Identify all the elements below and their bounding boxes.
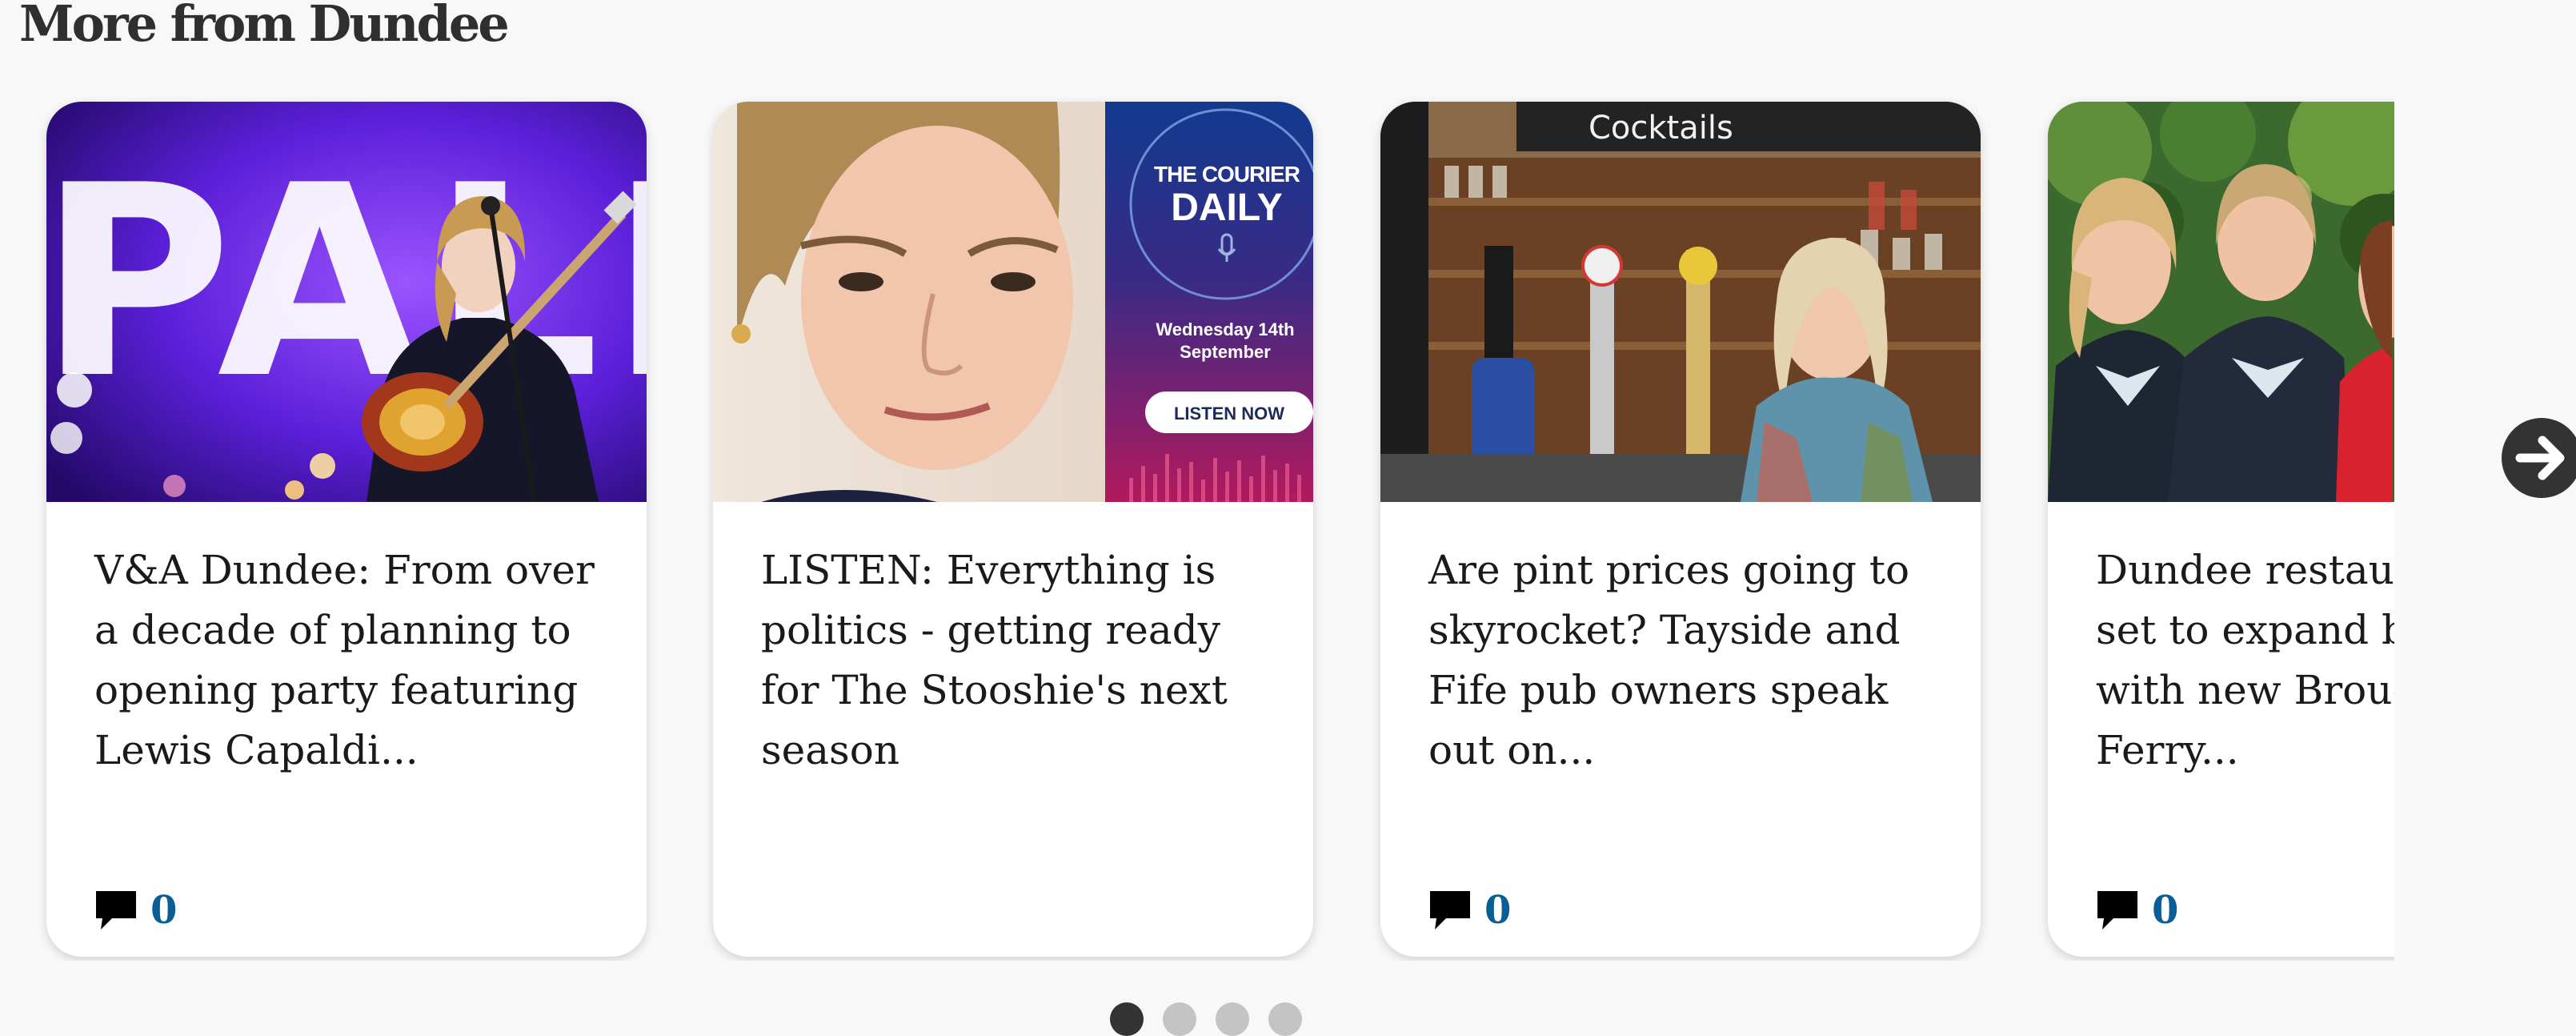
speech-bubble-icon [1430, 891, 1470, 930]
card-headline[interactable]: LISTEN: Everything is politics - getting… [761, 540, 1289, 781]
promo-cta: LISTEN NOW [1174, 404, 1284, 424]
bar-sign: Cocktails [1588, 110, 1733, 147]
carousel-dot-4[interactable] [1268, 1002, 1302, 1036]
promo-brand: THE COURIER [1154, 162, 1300, 187]
article-card-stooshie[interactable]: THE COURIER DAILY Wednesday 14th Septemb… [713, 102, 1313, 957]
carousel-pagination [1110, 1002, 1302, 1036]
comment-link[interactable]: 0 [2096, 886, 2178, 934]
speech-bubble-icon [96, 891, 136, 930]
carousel-dot-2[interactable] [1163, 1002, 1196, 1036]
card-image-pub[interactable]: Cocktails [1380, 102, 1981, 502]
card-headline[interactable]: Are pint prices going to skyrocket? Tays… [1428, 540, 1957, 781]
carousel-viewport: PALDI V&A Dun [0, 80, 2394, 961]
article-card-selkie[interactable]: Dundee restaurant Selkie set to expand b… [2048, 102, 2394, 957]
card-image-podcast[interactable]: THE COURIER DAILY Wednesday 14th Septemb… [713, 102, 1313, 502]
comment-link[interactable]: 0 [1428, 886, 1511, 934]
card-image-restaurant-staff[interactable] [2048, 102, 2394, 502]
article-card-capaldi[interactable]: PALDI V&A Dun [46, 102, 647, 957]
promo-month: September [1180, 342, 1271, 362]
card-headline[interactable]: V&A Dundee: From over a decade of planni… [94, 540, 623, 781]
speech-bubble-icon [2097, 891, 2137, 930]
concert-photo: PALDI [46, 102, 647, 502]
carousel-next-button[interactable] [2502, 418, 2576, 498]
card-headline[interactable]: Dundee restaurant Selkie set to expand b… [2096, 540, 2394, 781]
promo-title: DAILY [1171, 187, 1283, 229]
restaurant-staff-photo [2048, 102, 2394, 502]
comment-count: 0 [2152, 888, 2179, 933]
section-title: More from Dundee [19, 0, 510, 53]
comment-count: 0 [1484, 888, 1512, 933]
card-image-concert[interactable]: PALDI [46, 102, 647, 502]
podcast-promo-image: THE COURIER DAILY Wednesday 14th Septemb… [713, 102, 1313, 502]
arrow-right-icon [2515, 436, 2565, 480]
pub-bar-photo: Cocktails [1380, 102, 1981, 502]
promo-date: Wednesday 14th [1156, 319, 1294, 339]
comment-count: 0 [150, 888, 178, 933]
article-card-pint-prices[interactable]: Cocktails Are pint prices going to skyro… [1380, 102, 1981, 957]
comment-link[interactable]: 0 [94, 886, 177, 934]
carousel-dot-3[interactable] [1216, 1002, 1249, 1036]
carousel-dot-1[interactable] [1110, 1002, 1144, 1036]
